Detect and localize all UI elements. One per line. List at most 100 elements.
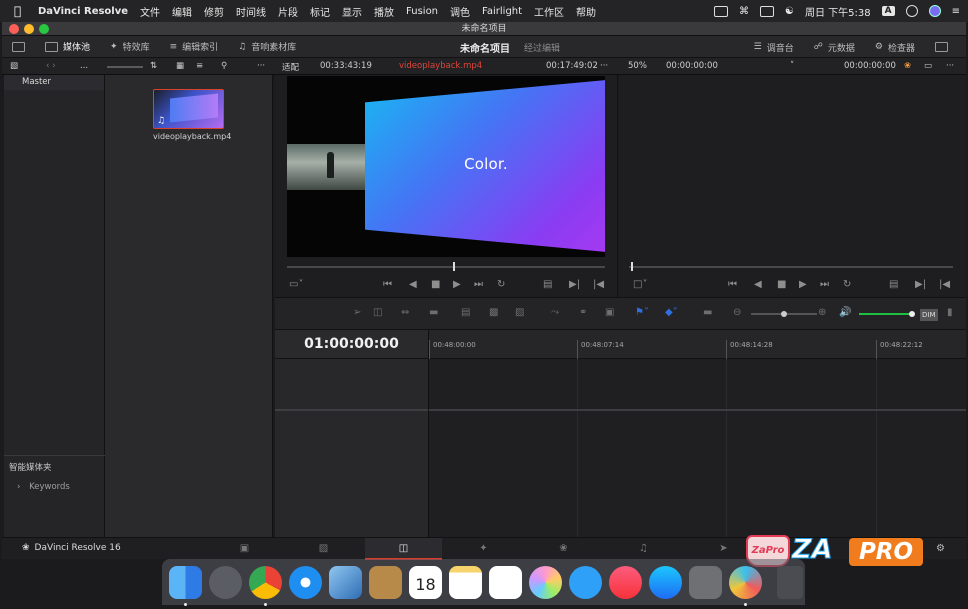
- linked-selection-icon[interactable]: ⚭: [579, 308, 587, 318]
- tl-match-frame-icon[interactable]: ▤: [889, 280, 898, 290]
- tl-mark-out-icon[interactable]: |◀: [939, 280, 950, 290]
- page-color-icon[interactable]: ❀: [525, 538, 602, 560]
- clip-name[interactable]: videoplayback.mp4: [153, 132, 231, 141]
- viewer-mode-icon[interactable]: ▭: [924, 61, 932, 71]
- close-window-button[interactable]: [9, 24, 19, 34]
- screen-layout-button[interactable]: [2, 36, 35, 58]
- timeline-view-options-icon[interactable]: ▬: [703, 308, 712, 318]
- play-icon[interactable]: ▶: [453, 280, 461, 290]
- more-dots-icon[interactable]: ...: [80, 61, 88, 71]
- messages-icon[interactable]: [569, 565, 602, 599]
- expand-button[interactable]: [925, 36, 958, 58]
- finder-icon[interactable]: [169, 565, 202, 606]
- timeline-viewer[interactable]: □˅ ⏮ ◀ ■ ▶ ⏭ ↻ ▤ ▶| |◀: [619, 75, 966, 297]
- tl-loop-icon[interactable]: ↻: [843, 280, 851, 290]
- apple-logo-icon[interactable]: : [14, 4, 28, 18]
- source-options-icon[interactable]: ···: [600, 61, 608, 71]
- loop-icon[interactable]: ↻: [497, 280, 505, 290]
- preview-icon[interactable]: [329, 565, 362, 599]
- reminders-icon[interactable]: [489, 565, 522, 599]
- sound-library-button[interactable]: ♫ 音响素材库: [228, 36, 306, 58]
- mark-in-icon[interactable]: ▶|: [569, 280, 580, 290]
- volume-slider-knob[interactable]: [909, 311, 915, 317]
- minimize-window-button[interactable]: [24, 24, 34, 34]
- media-pool-button[interactable]: 媒体池: [35, 36, 100, 58]
- volume-slider[interactable]: [859, 311, 915, 317]
- nav-back-forward-icon[interactable]: ‹ ›: [46, 61, 56, 71]
- video-audio-divider[interactable]: [275, 409, 428, 411]
- menu-trim[interactable]: 修剪: [204, 4, 224, 19]
- timeline-current-timecode[interactable]: 01:00:00:00: [275, 330, 429, 359]
- step-back-icon[interactable]: ◀: [409, 280, 417, 290]
- volume-speaker-icon[interactable]: 🔊: [839, 308, 851, 318]
- calendar-icon[interactable]: 18: [409, 565, 442, 599]
- snapping-icon[interactable]: ⤳: [551, 308, 559, 318]
- crop-icon[interactable]: □˅: [633, 280, 647, 290]
- select-tool-icon[interactable]: ➢: [353, 308, 361, 318]
- chrome-icon[interactable]: [249, 565, 282, 606]
- tl-stop-icon[interactable]: ■: [777, 280, 786, 290]
- grid-view-icon[interactable]: ▦: [176, 61, 184, 71]
- effects-library-button[interactable]: ✦ 特效库: [100, 36, 160, 58]
- wifi-icon[interactable]: ⌘: [739, 6, 749, 17]
- replace-clip-icon[interactable]: ▨: [515, 308, 524, 318]
- page-fairlight-icon[interactable]: ♫: [605, 538, 682, 560]
- thumbnail-size-slider[interactable]: [107, 66, 143, 68]
- edit-index-button[interactable]: ≡ 编辑索引: [160, 36, 229, 58]
- menu-color[interactable]: 调色: [450, 4, 470, 19]
- app-store-icon[interactable]: [649, 565, 682, 599]
- master-bin[interactable]: Master: [4, 75, 104, 90]
- color-wheel-icon[interactable]: ❀: [904, 61, 911, 71]
- search-icon[interactable]: ⚲: [221, 61, 227, 71]
- tl-play-icon[interactable]: ▶: [799, 280, 807, 290]
- davinci-resolve-icon[interactable]: [729, 565, 762, 606]
- list-view-icon[interactable]: ≡: [196, 61, 203, 71]
- cat-menu-icon[interactable]: ☯: [785, 6, 794, 17]
- clip-thumbnail[interactable]: ♫: [153, 89, 224, 129]
- source-video-frame[interactable]: Color.: [287, 76, 605, 257]
- insert-clip-icon[interactable]: ▤: [461, 308, 470, 318]
- notes-icon[interactable]: [449, 565, 482, 599]
- stop-icon[interactable]: ■: [431, 280, 440, 290]
- marker-icon[interactable]: ◆˅: [665, 308, 678, 318]
- safari-icon[interactable]: [289, 565, 322, 599]
- match-frame-icon[interactable]: ▤: [543, 280, 552, 290]
- menu-file[interactable]: 文件: [140, 4, 160, 19]
- menu-workspace[interactable]: 工作区: [534, 4, 564, 19]
- source-viewer[interactable]: Color. ▭˅ ⏮ ◀ ■ ▶ ⏭ ↻ ▤ ▶| |◀: [275, 75, 618, 297]
- menu-help[interactable]: 帮助: [576, 4, 596, 19]
- trash-icon[interactable]: [777, 565, 803, 599]
- timeline-tracks[interactable]: [429, 359, 966, 537]
- page-edit-icon[interactable]: ◫: [365, 538, 442, 560]
- jump-start-icon[interactable]: ⏮: [383, 280, 392, 290]
- siri-icon[interactable]: [928, 5, 941, 17]
- menu-clock[interactable]: 周日 下午5:38: [805, 4, 871, 19]
- timeline-options-icon[interactable]: ···: [946, 61, 954, 71]
- tl-mark-in-icon[interactable]: ▶|: [915, 280, 926, 290]
- page-media-icon[interactable]: ▣: [206, 538, 283, 560]
- menu-clip[interactable]: 片段: [278, 4, 298, 19]
- screen-mirror-icon[interactable]: [714, 5, 729, 17]
- zoom-slider-knob[interactable]: [781, 311, 787, 317]
- source-playhead[interactable]: [453, 262, 455, 271]
- tl-jump-start-icon[interactable]: ⏮: [728, 280, 737, 290]
- keywords-bin[interactable]: › Keywords: [9, 482, 105, 492]
- menu-timeline[interactable]: 时间线: [236, 4, 266, 19]
- fit-dropdown[interactable]: 适配: [282, 61, 299, 73]
- spotlight-search-icon[interactable]: [905, 5, 918, 17]
- page-cut-icon[interactable]: ▨: [285, 538, 362, 560]
- source-clip-name[interactable]: videoplayback.mp4: [399, 61, 482, 71]
- overwrite-clip-icon[interactable]: ▩: [489, 308, 498, 318]
- menu-playback[interactable]: 播放: [374, 4, 394, 19]
- timeline-viewer-playhead[interactable]: [631, 262, 633, 271]
- menu-fusion[interactable]: Fusion: [406, 6, 438, 17]
- notification-center-icon[interactable]: ≡: [952, 6, 960, 17]
- system-preferences-icon[interactable]: [689, 565, 722, 599]
- audio-meter-icon[interactable]: ▮: [947, 308, 953, 318]
- zoom-in-icon[interactable]: ⊕: [818, 308, 826, 318]
- tl-jump-end-icon[interactable]: ⏭: [820, 280, 829, 290]
- metadata-button[interactable]: ☍ 元数据: [804, 36, 865, 58]
- dim-button[interactable]: DIM: [920, 309, 938, 321]
- page-fusion-icon[interactable]: ✦: [445, 538, 522, 560]
- jump-end-icon[interactable]: ⏭: [474, 280, 483, 290]
